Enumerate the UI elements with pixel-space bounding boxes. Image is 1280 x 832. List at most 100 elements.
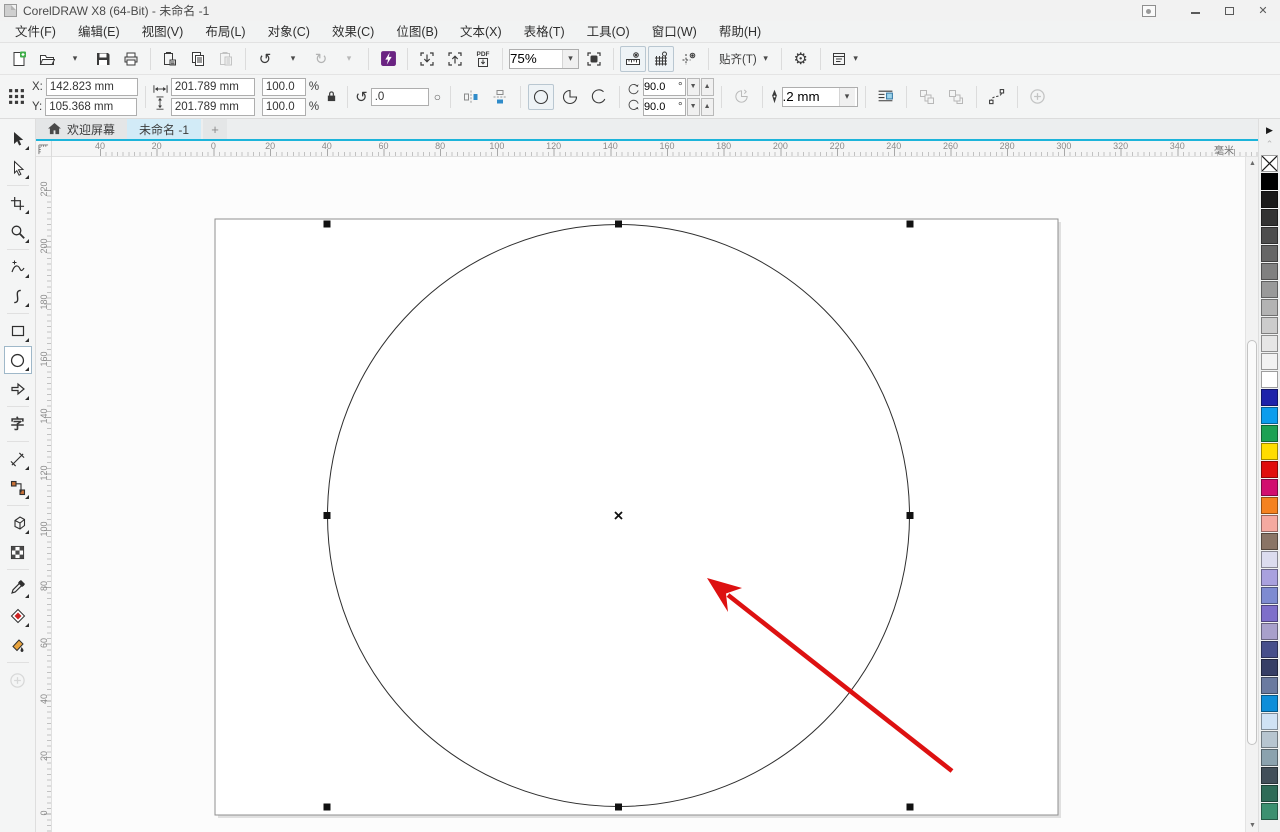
close-button[interactable]: ✕ bbox=[1246, 0, 1280, 21]
undo-button[interactable]: ↺ bbox=[252, 46, 278, 72]
color-swatch-none[interactable] bbox=[1261, 155, 1278, 172]
color-swatch-36[interactable] bbox=[1261, 803, 1278, 820]
scroll-down-button[interactable]: ▼ bbox=[1246, 819, 1258, 832]
minimize-button[interactable] bbox=[1178, 0, 1212, 21]
color-swatch-25[interactable] bbox=[1261, 605, 1278, 622]
zoom-level-input[interactable] bbox=[510, 51, 562, 67]
wrap-text-button[interactable] bbox=[873, 84, 899, 110]
menu-tools[interactable]: 工具(O) bbox=[576, 21, 641, 43]
color-swatch-3[interactable] bbox=[1261, 209, 1278, 226]
rotation-angle-input[interactable] bbox=[371, 88, 429, 106]
color-swatch-27[interactable] bbox=[1261, 641, 1278, 658]
color-swatch-9[interactable] bbox=[1261, 317, 1278, 334]
menu-bitmaps[interactable]: 位图(B) bbox=[385, 21, 449, 43]
color-swatch-19[interactable] bbox=[1261, 497, 1278, 514]
color-swatch-24[interactable] bbox=[1261, 587, 1278, 604]
color-swatch-31[interactable] bbox=[1261, 713, 1278, 730]
extrude-tool[interactable] bbox=[4, 509, 32, 537]
print-button[interactable] bbox=[118, 46, 144, 72]
more-properties-button[interactable] bbox=[1025, 84, 1051, 110]
search-content-button[interactable] bbox=[375, 46, 401, 72]
color-swatch-23[interactable] bbox=[1261, 569, 1278, 586]
vertical-scrollbar[interactable]: ▲ ▼ bbox=[1245, 157, 1258, 832]
end-angle-input[interactable] bbox=[644, 99, 678, 115]
menu-edit[interactable]: 编辑(E) bbox=[67, 21, 131, 43]
pie-mode-button[interactable] bbox=[557, 84, 583, 110]
paste-button[interactable] bbox=[213, 46, 239, 72]
more-tools[interactable] bbox=[4, 666, 32, 694]
redo-button[interactable]: ↻ bbox=[308, 46, 334, 72]
color-swatch-15[interactable] bbox=[1261, 425, 1278, 442]
application-launcher-button[interactable]: ▾ bbox=[827, 46, 865, 72]
color-swatch-28[interactable] bbox=[1261, 659, 1278, 676]
menu-view[interactable]: 视图(V) bbox=[131, 21, 195, 43]
start-angle-input[interactable] bbox=[644, 79, 678, 95]
color-swatch-7[interactable] bbox=[1261, 281, 1278, 298]
color-swatch-22[interactable] bbox=[1261, 551, 1278, 568]
color-swatch-20[interactable] bbox=[1261, 515, 1278, 532]
common-shapes-tool[interactable] bbox=[4, 375, 32, 403]
menu-window[interactable]: 窗口(W) bbox=[641, 21, 708, 43]
color-swatch-13[interactable] bbox=[1261, 389, 1278, 406]
zoom-level-caret-button[interactable]: ▾ bbox=[562, 50, 578, 68]
color-swatch-12[interactable] bbox=[1261, 371, 1278, 388]
object-height-input[interactable] bbox=[171, 98, 255, 116]
end-angle-up-button[interactable]: ▲ bbox=[701, 98, 714, 116]
x-position-input[interactable] bbox=[46, 78, 138, 96]
color-swatch-5[interactable] bbox=[1261, 245, 1278, 262]
mirror-horizontal-button[interactable] bbox=[458, 84, 484, 110]
menu-layout[interactable]: 布局(L) bbox=[194, 21, 256, 43]
color-swatch-32[interactable] bbox=[1261, 731, 1278, 748]
menu-table[interactable]: 表格(T) bbox=[513, 21, 576, 43]
menu-effects[interactable]: 效果(C) bbox=[321, 21, 385, 43]
crop-tool[interactable] bbox=[4, 189, 32, 217]
y-position-input[interactable] bbox=[45, 98, 137, 116]
color-swatch-10[interactable] bbox=[1261, 335, 1278, 352]
change-direction-button[interactable] bbox=[729, 84, 755, 110]
color-swatch-33[interactable] bbox=[1261, 749, 1278, 766]
start-angle-up-button[interactable]: ▲ bbox=[701, 78, 714, 96]
open-flyout-button[interactable]: ▾ bbox=[62, 46, 88, 72]
save-button[interactable] bbox=[90, 46, 116, 72]
color-swatch-1[interactable] bbox=[1261, 173, 1278, 190]
arc-mode-button[interactable] bbox=[586, 84, 612, 110]
color-swatch-29[interactable] bbox=[1261, 677, 1278, 694]
restore-button[interactable] bbox=[1212, 0, 1246, 21]
copy-button[interactable] bbox=[185, 46, 211, 72]
ellipse-tool[interactable] bbox=[4, 346, 32, 374]
drawing-canvas[interactable]: ▲ ▼ bbox=[52, 157, 1258, 832]
mirror-vertical-button[interactable] bbox=[487, 84, 513, 110]
menu-file[interactable]: 文件(F) bbox=[4, 21, 67, 43]
end-angle-down-button[interactable]: ▼ bbox=[687, 98, 700, 116]
fullscreen-preview-button[interactable] bbox=[581, 46, 607, 72]
lock-ratio-button[interactable] bbox=[322, 84, 340, 110]
transparency-tool[interactable] bbox=[4, 538, 32, 566]
front-object-button[interactable] bbox=[943, 84, 969, 110]
color-swatch-21[interactable] bbox=[1261, 533, 1278, 550]
zoom-tool[interactable] bbox=[4, 218, 32, 246]
menu-text[interactable]: 文本(X) bbox=[449, 21, 513, 43]
interactive-fill-tool[interactable] bbox=[4, 602, 32, 630]
horizontal-ruler[interactable]: 毫米 4020020406080100120140160180200220240… bbox=[52, 141, 1258, 156]
rectangle-tool[interactable] bbox=[4, 317, 32, 345]
pick-tool[interactable] bbox=[4, 125, 32, 153]
color-swatch-34[interactable] bbox=[1261, 767, 1278, 784]
color-swatch-4[interactable] bbox=[1261, 227, 1278, 244]
color-swatch-26[interactable] bbox=[1261, 623, 1278, 640]
eyedropper-tool[interactable] bbox=[4, 573, 32, 601]
open-button[interactable] bbox=[34, 46, 60, 72]
scale-x-input[interactable] bbox=[262, 78, 306, 96]
options-button[interactable]: ⚙ bbox=[788, 46, 814, 72]
outline-width-caret-button[interactable]: ▾ bbox=[839, 88, 855, 106]
import-button[interactable] bbox=[414, 46, 440, 72]
color-swatch-6[interactable] bbox=[1261, 263, 1278, 280]
color-swatch-35[interactable] bbox=[1261, 785, 1278, 802]
snap-to-button[interactable]: 贴齐(T) ▾ bbox=[715, 46, 775, 72]
shape-tool[interactable] bbox=[4, 154, 32, 182]
undo-flyout-button[interactable]: ▾ bbox=[280, 46, 306, 72]
color-swatch-2[interactable] bbox=[1261, 191, 1278, 208]
color-swatch-14[interactable] bbox=[1261, 407, 1278, 424]
outline-width-input[interactable] bbox=[783, 89, 839, 105]
show-grid-button[interactable] bbox=[648, 46, 674, 72]
new-tab-button[interactable]: + bbox=[203, 119, 227, 139]
